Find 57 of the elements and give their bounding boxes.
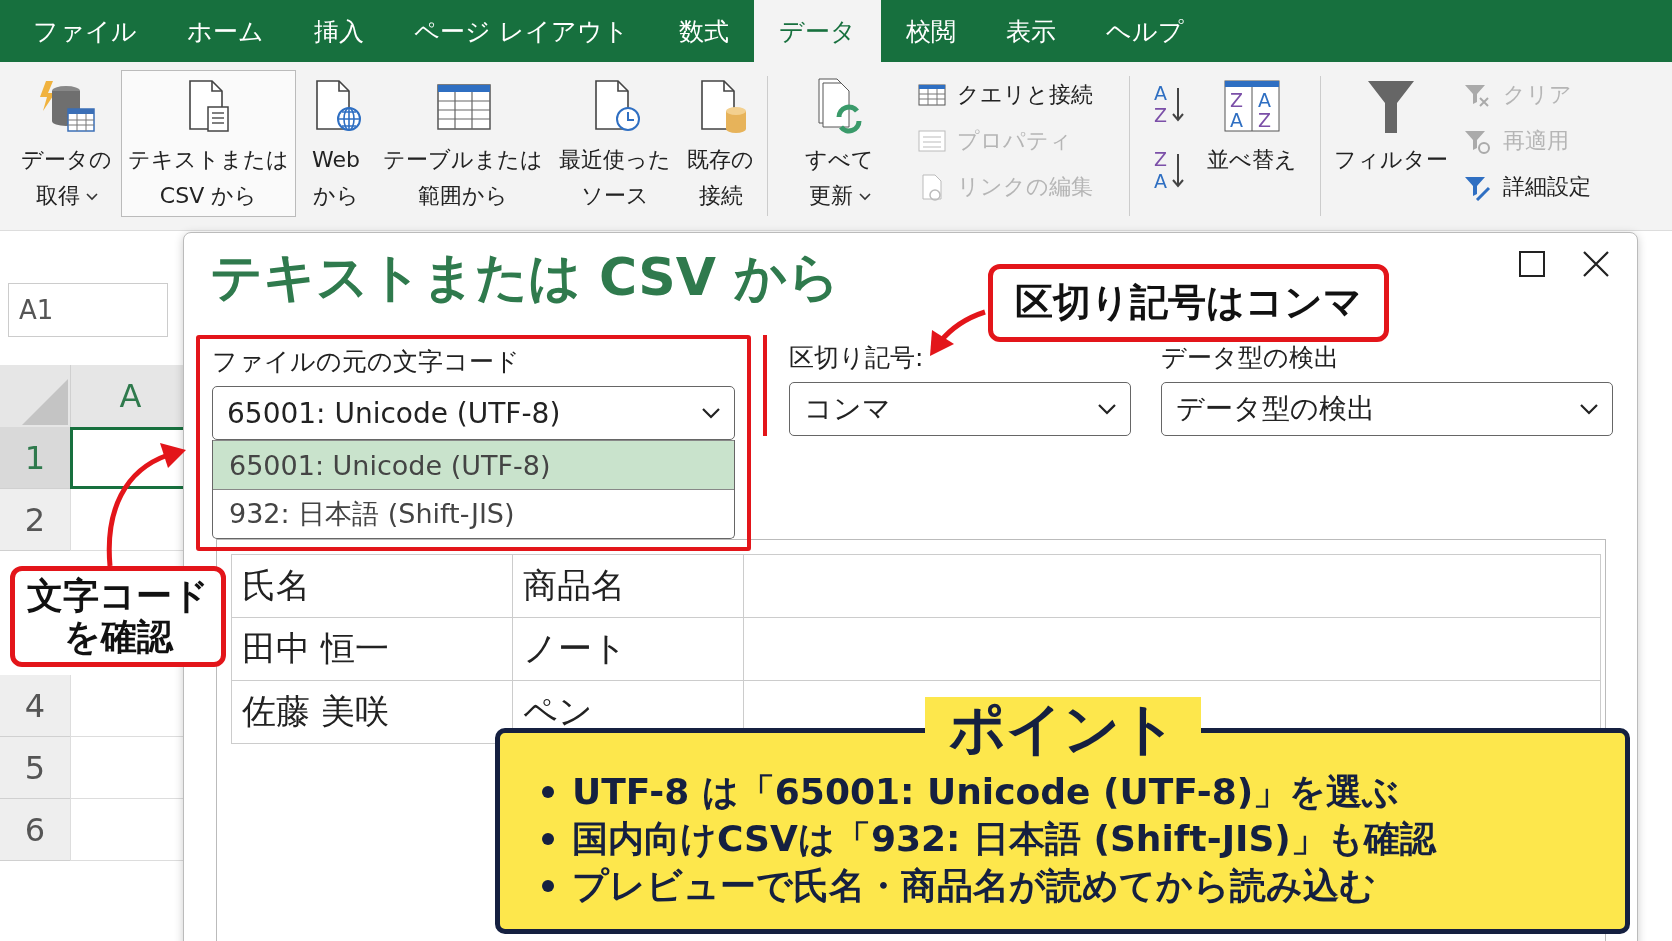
table-cell: 田中 恒一 (231, 617, 513, 681)
field-label: 区切り記号: (789, 342, 925, 374)
sort-icon: Z A A Z (1221, 77, 1283, 135)
type-detection-dropdown[interactable]: データ型の検出 (1161, 382, 1613, 436)
menu-tab[interactable]: 数式 (653, 0, 754, 62)
menu-tab[interactable]: 校閲 (880, 0, 981, 62)
delimiter-dropdown[interactable]: コンマ (789, 382, 1131, 436)
table-cell: 氏名 (231, 554, 513, 618)
close-icon[interactable] (1583, 251, 1609, 277)
menu-tab[interactable]: ページ レイアウト (389, 0, 654, 62)
ribbon-button[interactable]: Web から (298, 70, 374, 218)
menu-tab[interactable]: ファイル (8, 0, 162, 62)
menu-tab[interactable]: ヘルプ (1080, 0, 1209, 62)
ribbon-button[interactable]: データの 取得 (14, 70, 119, 218)
ribbon-button[interactable]: 既存の 接続 (680, 70, 761, 218)
chevron-icon (702, 407, 720, 419)
table-icon (917, 81, 947, 109)
chevron-icon (1580, 403, 1598, 415)
ribbon-button[interactable]: 詳細設定 (1457, 168, 1597, 206)
ribbon-button[interactable]: テーブルまたは 範囲から (376, 70, 550, 218)
ribbon-button[interactable]: クエリと接続 (911, 76, 1099, 114)
row-header[interactable]: 1 (0, 427, 70, 489)
note-text: 国内向けCSVは「932: 日本語 (Shift-JIS)」も確認 (572, 816, 1436, 861)
dropdown-option[interactable]: 65001: Unicode (UTF-8) (213, 440, 734, 489)
arrow (930, 309, 986, 356)
field-label: ファイルの元の文字コード (212, 346, 521, 378)
dialog-title: テキストまたは CSV から (210, 246, 841, 309)
callout-label: 文字コード を確認 (10, 566, 226, 667)
row-header[interactable]: 2 (0, 489, 70, 551)
maximize-icon[interactable] (1519, 251, 1545, 277)
ribbon-button[interactable]: 最近使った ソース (552, 70, 678, 218)
chevron-icon (1098, 403, 1116, 415)
note-text: UTF-8 は「65001: Unicode (UTF-8)」を選ぶ (572, 770, 1400, 814)
row-header[interactable]: 4 (0, 675, 70, 737)
menu-tab[interactable]: 挿入 (289, 0, 389, 62)
row-header[interactable]: 6 (0, 799, 70, 861)
filter-button[interactable]: フィルター (1327, 70, 1455, 182)
select-all-icon (20, 377, 70, 427)
menu-tab[interactable]: データ (753, 0, 881, 62)
row-header[interactable]: 5 (0, 737, 70, 799)
callout-label: 区切り記号はコンマ (988, 264, 1389, 342)
bullet-icon (542, 786, 554, 799)
menu-tab[interactable]: 表示 (980, 0, 1081, 62)
menu-tab[interactable]: ホーム (162, 0, 289, 62)
table-cell: ノート (512, 617, 744, 681)
list-icon (917, 127, 947, 155)
table-cell: 商品名 (512, 554, 744, 618)
sort-button[interactable]: Z A A Z 並べ替え (1200, 70, 1304, 182)
encoding-dropdown[interactable]: 65001: Unicode (UTF-8) (212, 386, 735, 440)
bullet-icon (542, 880, 554, 892)
bullet-icon (542, 833, 554, 846)
ribbon-button[interactable]: テキストまたは CSV から (121, 70, 296, 218)
dropdown-option[interactable]: 932: 日本語 (Shift-JIS) (213, 489, 734, 538)
refresh-all-button[interactable]: すべて 更新 (798, 70, 881, 218)
name-box[interactable]: A1 (8, 283, 168, 337)
note-text: プレビューで氏名・商品名が読めてから読み込む (572, 863, 1376, 908)
field-label: データ型の検出 (1161, 342, 1340, 374)
